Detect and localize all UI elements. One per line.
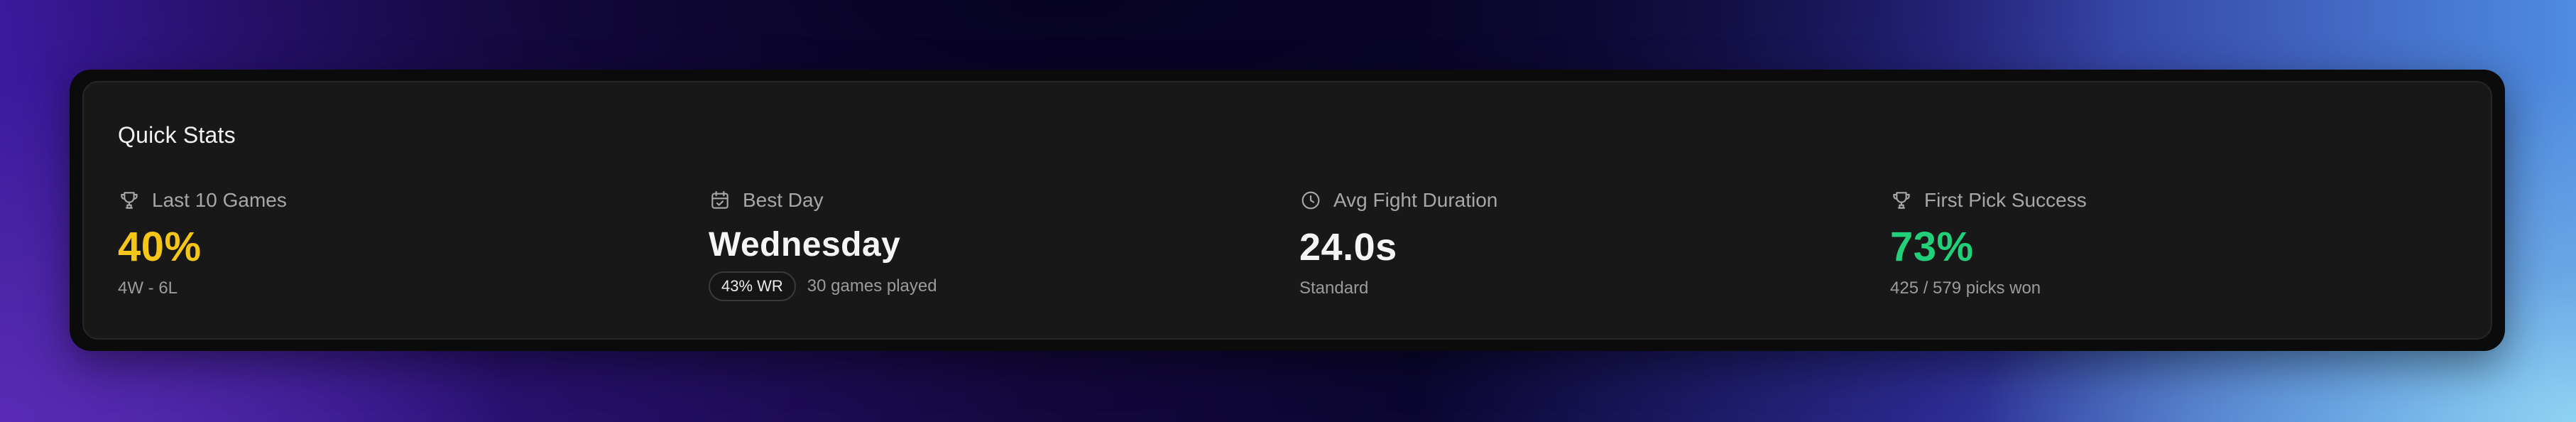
- stat-label: Best Day: [743, 189, 824, 211]
- stat-subtext: 4W - 6L: [118, 278, 178, 298]
- stat-sub-row: 43% WR 30 games played: [709, 271, 1248, 301]
- stat-best-day: Best Day Wednesday 43% WR 30 games playe…: [709, 186, 1248, 307]
- trophy-icon: [1890, 189, 1913, 212]
- clock-icon: [1299, 189, 1322, 212]
- stat-label: Last 10 Games: [152, 189, 287, 211]
- quick-stats-card-container: Quick Stats Last 10 Games 40% 4W - 6L Be…: [70, 70, 2505, 351]
- stat-label: First Pick Success: [1924, 189, 2087, 211]
- stat-label-row: Avg Fight Duration: [1299, 186, 1839, 215]
- trophy-icon: [118, 189, 141, 212]
- stat-value: 40%: [118, 224, 202, 270]
- stat-subtext: Standard: [1299, 278, 1369, 298]
- stat-avg-fight-duration: Avg Fight Duration 24.0s Standard: [1299, 186, 1839, 307]
- stat-label-row: Best Day: [709, 186, 1248, 215]
- stat-value: 73%: [1890, 224, 1974, 270]
- stat-first-pick-success: First Pick Success 73% 425 / 579 picks w…: [1890, 186, 2430, 307]
- stat-value: 24.0s: [1299, 226, 1397, 269]
- stats-row: Last 10 Games 40% 4W - 6L Best Day Wedne…: [118, 186, 2457, 307]
- stat-label: Avg Fight Duration: [1333, 189, 1498, 211]
- stat-last-10-games: Last 10 Games 40% 4W - 6L: [118, 186, 657, 307]
- stat-value: Wednesday: [709, 226, 901, 264]
- win-rate-badge: 43% WR: [709, 271, 796, 301]
- quick-stats-card: Quick Stats Last 10 Games 40% 4W - 6L Be…: [82, 81, 2492, 340]
- stat-label-row: First Pick Success: [1890, 186, 2430, 215]
- stat-subtext: 30 games played: [807, 276, 937, 296]
- stat-label-row: Last 10 Games: [118, 186, 657, 215]
- stat-subtext: 425 / 579 picks won: [1890, 278, 2041, 298]
- card-title: Quick Stats: [118, 122, 236, 148]
- calendar-check-icon: [709, 189, 731, 212]
